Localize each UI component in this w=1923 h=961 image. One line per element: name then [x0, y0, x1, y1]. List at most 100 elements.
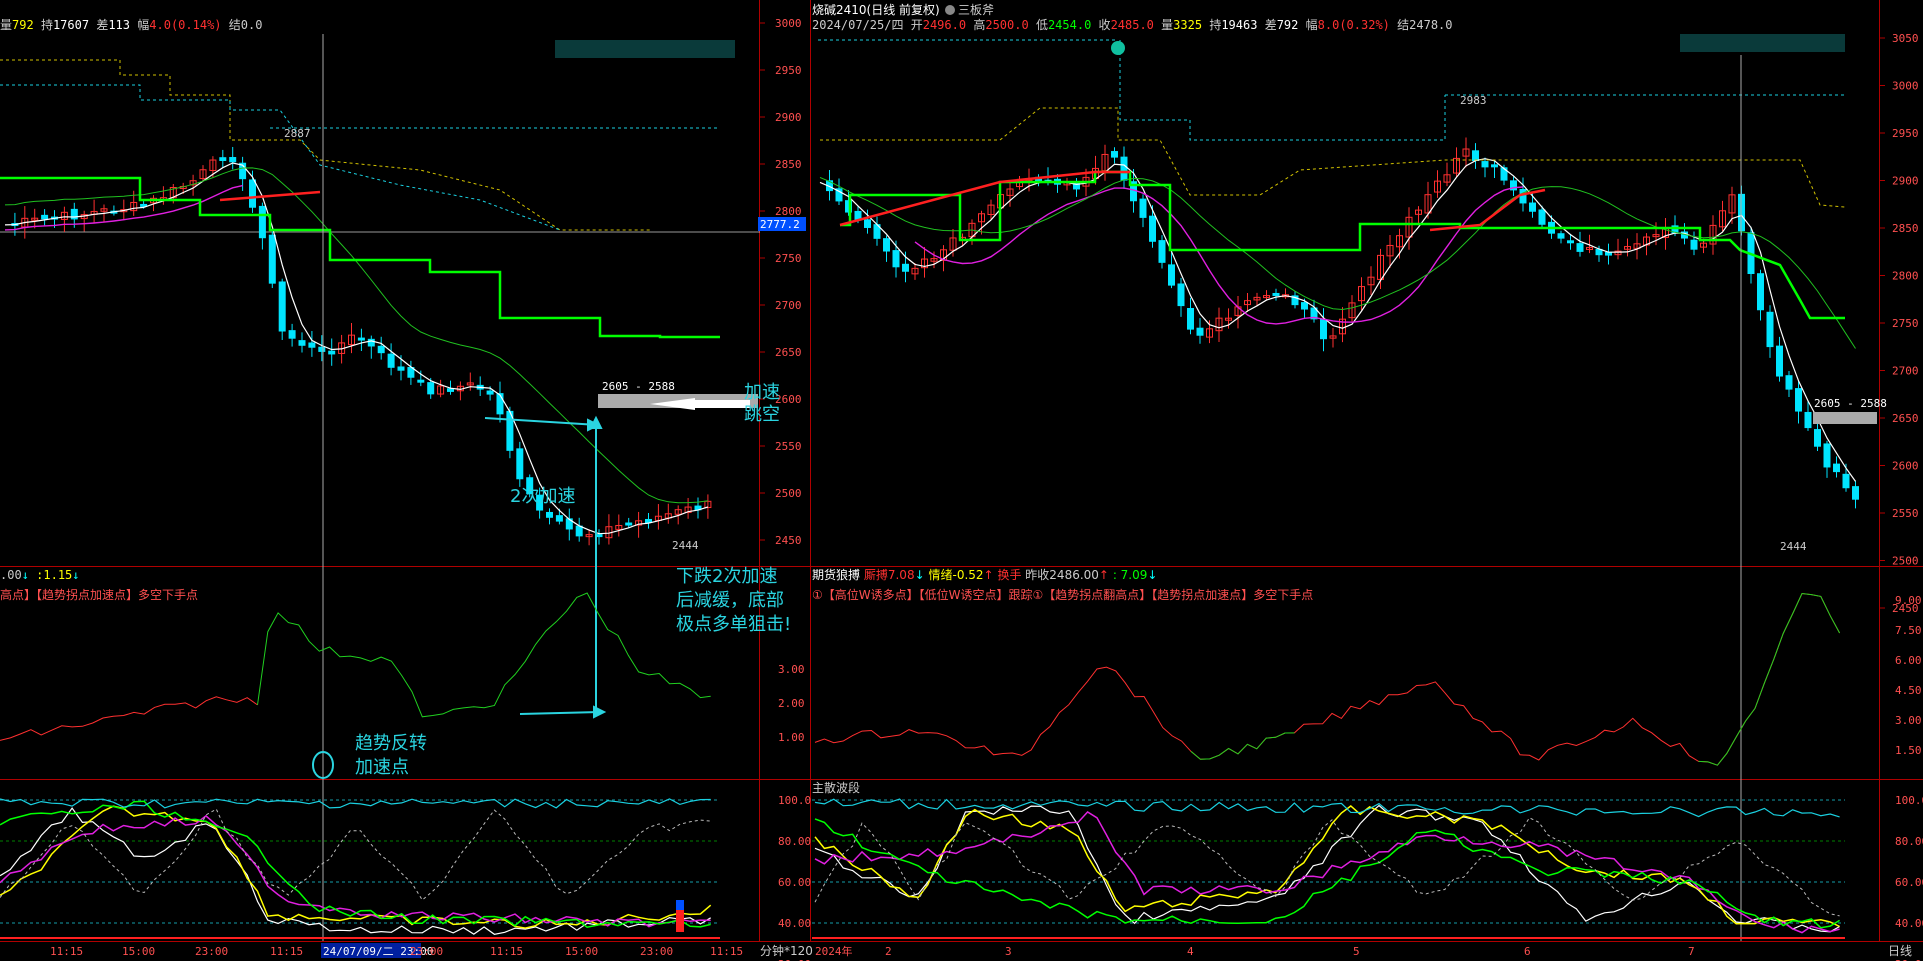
tick-label: 3000: [1892, 80, 1919, 93]
tick-label: 6.00: [1895, 654, 1922, 667]
tick-label: 7.50: [1895, 624, 1922, 637]
candle: [417, 379, 425, 383]
tick-label: 40.00: [1895, 917, 1923, 930]
track-line: [1119, 40, 1446, 141]
annotation-reversal: 趋势反转加速点: [355, 733, 427, 778]
candle: [892, 250, 900, 268]
tick-label: 3050: [1892, 32, 1919, 45]
time-tick: 11:15: [490, 945, 523, 958]
tick-label: 2800: [775, 205, 802, 218]
red-trend: [219, 190, 321, 202]
left-candles: [11, 146, 712, 546]
candle: [1557, 233, 1565, 239]
candle: [258, 205, 266, 239]
price-tag: 2777.2: [760, 218, 800, 231]
left-price-axis: 3000295029002850280027502700265026002550…: [759, 17, 802, 547]
tick-label: 2500: [1892, 555, 1919, 568]
left-info-header: 量792 持17607 差113 幅4.0(0.14%) 结0.0: [0, 17, 262, 32]
tick-label: 3.00: [1895, 714, 1922, 727]
tick-label: 2900: [775, 111, 802, 124]
ma-white: [4, 162, 709, 535]
candle: [1823, 443, 1831, 468]
candle: [1576, 243, 1584, 252]
mid-red: [0, 696, 258, 741]
candle: [1158, 240, 1166, 263]
candle: [1785, 375, 1793, 390]
right-price-axis: 3050 3000 2950 2900 2850 2800 2750 2700 2650 2600…: [1879, 32, 1919, 615]
tick-label: 2950: [775, 64, 802, 77]
right-title[interactable]: 烧碱2410(日线 前复权): [812, 2, 940, 17]
candle: [1690, 239, 1698, 250]
candle: [308, 342, 316, 348]
time-tick: 7: [1688, 945, 1695, 958]
time-tick: 2024年: [815, 944, 853, 958]
candle: [1833, 463, 1840, 473]
gear-icon[interactable]: [945, 5, 955, 15]
candle: [883, 238, 890, 252]
candle: [1320, 318, 1327, 340]
candle: [496, 393, 504, 415]
gap-label: 2605 - 2588: [1814, 397, 1887, 410]
gap-zone: [1813, 412, 1877, 424]
candle: [486, 390, 494, 395]
time-tick: 3: [1005, 945, 1012, 958]
tick-label: 2700: [775, 299, 802, 312]
time-tick: 11:15: [270, 945, 303, 958]
right-period[interactable]: 日线: [1888, 944, 1912, 958]
time-tick: 11:15: [50, 945, 83, 958]
tick-label: 80.00: [1895, 835, 1923, 848]
support-line: [0, 176, 720, 339]
left-mid-legend: 高点】【趋势拐点加速点】多空下手点: [0, 587, 198, 602]
candle: [387, 353, 395, 368]
candle: [397, 366, 405, 371]
time-tick: 23:00: [410, 945, 443, 958]
tick-label: 1.50: [1895, 744, 1922, 757]
right-mid-header: 期货狼搏 厮搏7.08↓ 情绪-0.52↑ 换手 昨收2486.00↑ : 7.…: [812, 567, 1157, 582]
signal-bar: [676, 900, 684, 910]
left-period[interactable]: 分钟*120: [760, 943, 813, 958]
candle: [219, 157, 227, 161]
candle: [516, 448, 524, 480]
kdj-green: [814, 818, 1840, 929]
time-axis: 11:15 15:00 23:00 11:15 24/07/09/二 23:0023:0…: [50, 943, 1695, 958]
kdj-green: [0, 800, 711, 929]
right-mid-axis: 9.00 7.50 6.00 4.50 3.00 1.50: [1895, 594, 1922, 757]
right-info-header: 2024/07/25/四 开2496.0 高2500.0 低2454.0 收24…: [812, 17, 1453, 32]
time-tick: 11:15: [710, 945, 743, 958]
blurred-box: [1680, 34, 1845, 52]
annotation-second: 2次加速: [510, 486, 575, 507]
indicator-name[interactable]: 三板斧: [958, 3, 994, 17]
mid-green: [1190, 732, 1295, 760]
annotation-gap: 加速跳空: [744, 382, 780, 425]
candle: [1481, 161, 1489, 168]
candle: [1301, 302, 1308, 310]
candle: [1491, 164, 1498, 168]
tick-label: 2650: [1892, 412, 1919, 425]
candle: [902, 263, 909, 272]
candle: [328, 350, 336, 355]
candle: [1814, 429, 1821, 447]
tick-label: 2950: [1892, 127, 1919, 140]
right-ma-lines: [819, 107, 1856, 482]
tick-label: 100.0: [1895, 794, 1923, 807]
candle: [1519, 188, 1527, 204]
left-ma-lines: [0, 59, 720, 535]
candle: [1852, 486, 1859, 500]
tick-label: 40.00: [778, 917, 811, 930]
tick-label: 2450: [775, 534, 802, 547]
candle: [1272, 292, 1280, 296]
candle: [1757, 273, 1764, 311]
tick-label: 80.00: [778, 835, 811, 848]
tick-label: 9.00: [1895, 594, 1922, 607]
candle: [1111, 151, 1118, 158]
bottom-indicator-lines: [0, 798, 1845, 939]
blurred-box: [555, 40, 735, 58]
kdj-yellow: [0, 805, 712, 929]
candle: [357, 337, 365, 341]
tick-label: 2750: [1892, 317, 1919, 330]
band-upper: [820, 107, 1846, 208]
candle: [575, 525, 583, 537]
candle: [1766, 311, 1774, 348]
left-mid-axis: 3.00 2.00 1.00: [778, 663, 805, 744]
trading-screen: 量792 持17607 差113 幅4.0(0.14%) 结0.0 3000 29…: [0, 0, 1923, 961]
